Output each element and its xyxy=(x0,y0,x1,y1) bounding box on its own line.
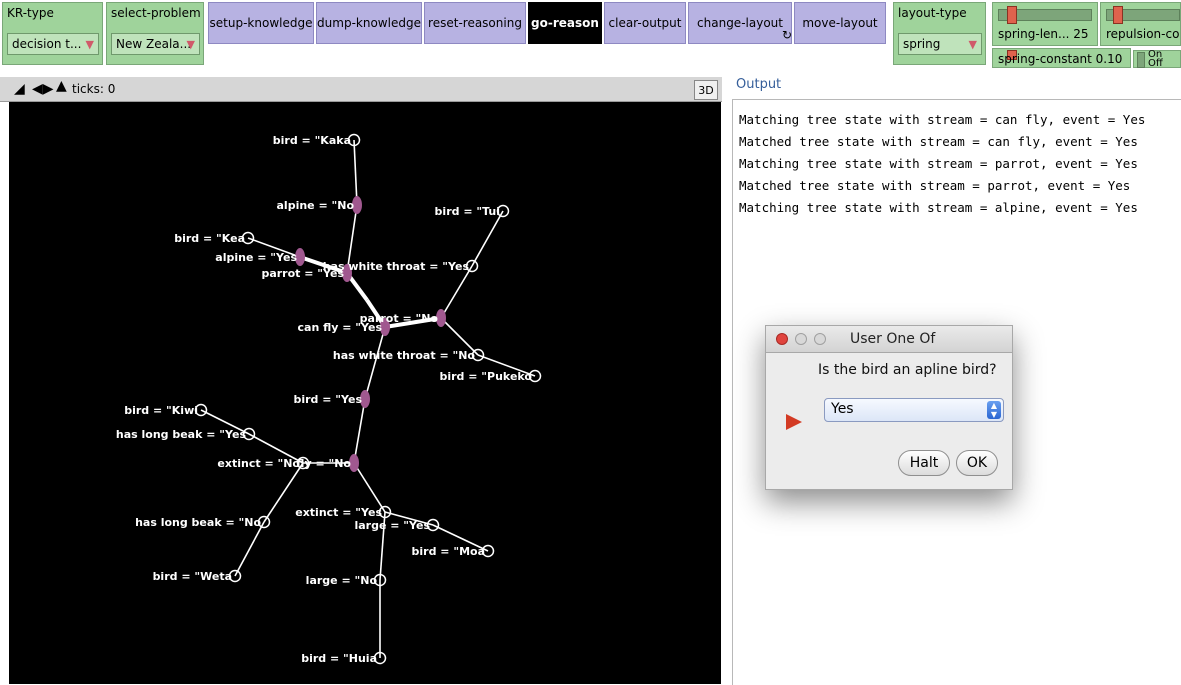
tree-node-label: extinct = "No xyxy=(217,457,300,470)
kr-type-value: decision t... xyxy=(12,37,82,51)
output-line: Matching tree state with stream = parrot… xyxy=(739,156,1138,171)
tree-edge xyxy=(353,462,386,513)
world-view[interactable]: bird = "Kaka alpine = "No bird = "Tui bird … xyxy=(9,102,721,684)
move-layout-button[interactable]: move-layout xyxy=(794,2,886,44)
tree-edge xyxy=(364,326,386,400)
tree-edge xyxy=(353,139,358,206)
spring-length-slider[interactable]: spring-len... 25 xyxy=(992,2,1098,46)
halt-button[interactable]: Halt xyxy=(898,450,950,476)
tree-edge xyxy=(234,521,265,577)
repulsion-slider[interactable]: repulsion-co xyxy=(1100,2,1181,46)
tree-node-label: has white throat = "Yes xyxy=(323,260,470,273)
slider-handle[interactable] xyxy=(1113,6,1123,24)
answer-value: Yes xyxy=(831,401,854,417)
spring-constant-label: spring-constant 0.10 xyxy=(998,52,1123,66)
minimize-window-icon[interactable] xyxy=(795,333,807,345)
tree-node-label: bird = "Kiwi xyxy=(124,404,198,417)
ok-button[interactable]: OK xyxy=(956,450,998,476)
spring-length-label: spring-len... 25 xyxy=(998,27,1089,41)
chevron-down-icon: ▼ xyxy=(85,38,94,51)
tree-node-label: extinct = "Yes xyxy=(295,506,382,519)
change-layout-button[interactable]: change-layout xyxy=(688,2,792,44)
output-line: Matching tree state with stream = can fl… xyxy=(739,112,1146,127)
zoom-icon[interactable]: ◢ xyxy=(14,81,25,97)
select-problem-value: New Zeala... xyxy=(116,37,192,51)
tree-node-label: has white throat = "No xyxy=(333,349,476,362)
setup-knowledge-button[interactable]: setup-knowledge xyxy=(208,2,314,44)
kr-type-chooser[interactable]: KR-type decision t... ▼ xyxy=(2,2,103,65)
kr-type-select[interactable]: decision t... ▼ xyxy=(7,33,99,55)
tree-node-label: fly = "No xyxy=(296,457,351,470)
tree-node-label: has long beak = "No xyxy=(135,516,261,529)
dialog-title: User One Of xyxy=(850,331,936,347)
tree-node-label: alpine = "No xyxy=(277,199,355,212)
dump-knowledge-button[interactable]: dump-knowledge xyxy=(316,2,422,44)
knowledge-tree-graph: bird = "Kaka alpine = "No bird = "Tui bird … xyxy=(116,133,542,665)
layout-type-chooser[interactable]: layout-type spring ▼ xyxy=(893,2,986,65)
tree-node-label: parrot = "Yes xyxy=(261,267,344,280)
tree-node-label: bird = "Yes xyxy=(293,393,362,406)
user-one-of-dialog: User One Of Is the bird an apline bird? … xyxy=(765,325,1013,490)
output-line: Matched tree state with stream = can fly… xyxy=(739,134,1138,149)
chevron-down-icon: ▼ xyxy=(968,38,977,51)
view-header: ◢ ◀▶ ▲ ticks: 0 3D xyxy=(0,77,722,102)
tree-node-label: bird = "Kea xyxy=(174,232,245,245)
tree-edge xyxy=(353,398,366,464)
tree-node-label: bird = "Tui xyxy=(435,205,500,218)
switch-off-label: Off xyxy=(1148,58,1163,69)
clear-output-button[interactable]: clear-output xyxy=(604,2,686,44)
layout-type-value: spring xyxy=(903,37,941,51)
tree-node-label: bird = "Kaka xyxy=(273,134,351,147)
dialog-titlebar: User One Of xyxy=(766,326,1012,353)
dialog-question: Is the bird an apline bird? xyxy=(818,362,997,378)
tree-node-label: bird = "Huia xyxy=(301,652,377,665)
tree-edge xyxy=(440,265,473,319)
tree-node-label: parrot = "No xyxy=(360,312,439,325)
tree-node-label: bird = "Weta xyxy=(153,570,232,583)
select-problem-chooser[interactable]: select-problem New Zeala... ▼ xyxy=(106,2,204,65)
refresh-icon: ↻ xyxy=(782,28,793,42)
slider-handle[interactable] xyxy=(1007,6,1017,24)
spring-constant-slider[interactable]: spring-constant 0.10 xyxy=(992,48,1131,68)
tree-node-label: bird = "Pukeko xyxy=(439,370,532,383)
kr-type-label: KR-type xyxy=(7,6,54,20)
resize-vertical-icon[interactable]: ▲ xyxy=(56,78,67,94)
reset-reasoning-button[interactable]: reset-reasoning xyxy=(424,2,526,44)
tree-node-label: has long beak = "Yes xyxy=(116,428,247,441)
chevron-down-icon: ▼ xyxy=(186,38,195,51)
stepper-arrows-icon: ▲ ▼ xyxy=(987,401,1001,419)
tree-node-label: alpine = "Yes xyxy=(215,251,297,264)
ticks-counter: ticks: 0 xyxy=(72,82,116,96)
layout-type-label: layout-type xyxy=(898,6,967,20)
output-label: Output xyxy=(736,77,782,92)
tree-edge xyxy=(471,210,504,267)
output-line: Matched tree state with stream = parrot,… xyxy=(739,178,1131,193)
switch-handle[interactable] xyxy=(1137,52,1145,68)
3d-view-button[interactable]: 3D xyxy=(694,80,718,100)
output-line: Matching tree state with stream = alpine… xyxy=(739,200,1138,215)
tree-node-label: large = "Yes xyxy=(354,519,430,532)
tree-node-label: bird = "Moa xyxy=(412,545,485,558)
select-problem-select[interactable]: New Zeala... ▼ xyxy=(111,33,200,55)
zoom-window-icon[interactable] xyxy=(814,333,826,345)
toolbar: KR-type decision t... ▼ select-problem N… xyxy=(0,0,1181,69)
select-problem-label: select-problem xyxy=(111,6,201,20)
repulsion-label: repulsion-co xyxy=(1106,27,1180,41)
answer-select[interactable]: Yes ▲ ▼ xyxy=(824,398,1004,422)
resize-horizontal-icon[interactable]: ◀▶ xyxy=(32,81,54,97)
pointer-arrow-icon xyxy=(786,414,802,430)
layout-type-select[interactable]: spring ▼ xyxy=(898,33,982,55)
on-off-switch[interactable]: On Off xyxy=(1133,49,1181,69)
close-window-icon[interactable] xyxy=(776,333,788,345)
tree-node-label: large = "No xyxy=(306,574,378,587)
go-reason-button[interactable]: go-reason xyxy=(528,2,602,44)
